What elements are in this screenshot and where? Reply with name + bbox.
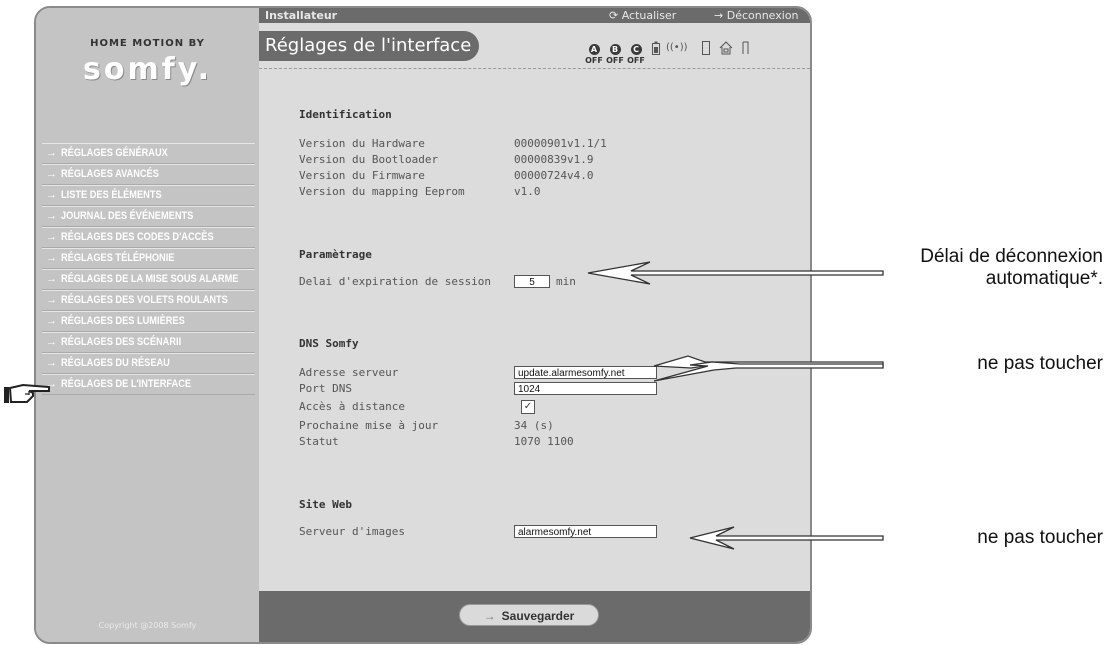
- session-timeout-note: Délai de déconnexion automatique*.: [920, 246, 1103, 289]
- arrow-to-session-timeout: [587, 261, 884, 285]
- arrow-to-image-server: [689, 526, 884, 550]
- dns-do-not-touch-note: ne pas toucher: [977, 353, 1103, 374]
- images-do-not-touch-note: ne pas toucher: [977, 527, 1103, 548]
